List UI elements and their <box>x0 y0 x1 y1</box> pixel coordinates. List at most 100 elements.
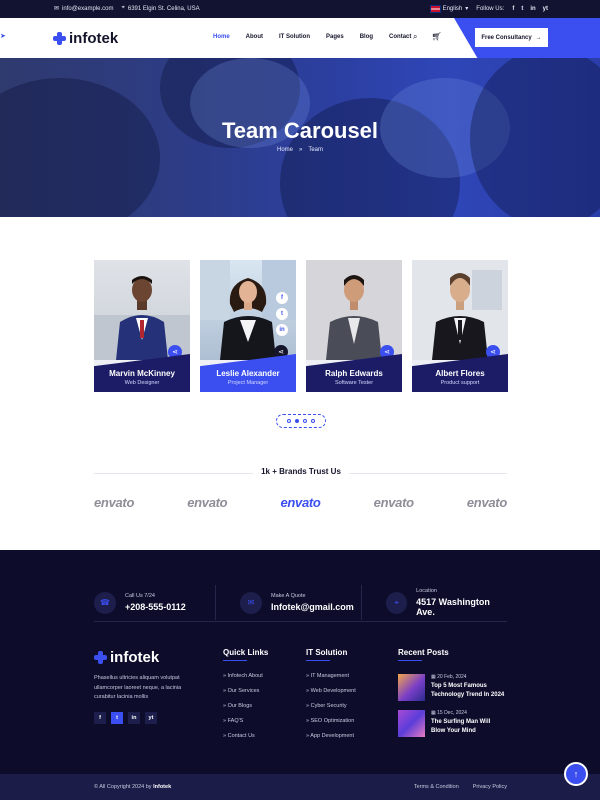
it-solution-link[interactable]: Web Development <box>306 688 356 703</box>
footer-divider <box>94 621 507 622</box>
location-icon: ⌖ <box>386 591 408 614</box>
quick-link[interactable]: Our Blogs <box>223 703 263 718</box>
breadcrumb-separator: » <box>299 147 303 153</box>
cta-label: Free Consultancy <box>481 34 532 41</box>
quick-link[interactable]: Contact Us <box>223 733 263 748</box>
team-role: Web Designer <box>124 380 160 386</box>
it-solution-link[interactable]: IT Management <box>306 673 356 688</box>
envato-logo-active[interactable]: envato <box>280 495 320 510</box>
free-consultancy-button[interactable]: Free Consultancy → <box>475 28 548 47</box>
logo-text: infotek <box>69 30 119 47</box>
logo-mark-icon <box>94 651 107 664</box>
contact-value: Infotek@gmail.com <box>271 602 354 612</box>
footer-bottom-bar: © All Copyright 2024 by Infotek Terms & … <box>0 774 600 800</box>
envato-logo[interactable]: envato <box>467 495 507 510</box>
cart-icon[interactable]: 🛒︎ <box>431 32 441 42</box>
follow-label: Follow Us: <box>476 5 505 12</box>
recent-post[interactable]: ▦ 20 Feb, 2024 Top 5 Most Famous Technol… <box>398 674 505 701</box>
contact-email[interactable]: ✉ Make A Quote Infotek@gmail.com <box>216 585 362 620</box>
breadcrumb: Home » Team <box>0 147 600 153</box>
it-solution-title: IT Solution <box>306 648 348 661</box>
footer-logo[interactable]: infotek <box>94 649 159 666</box>
post-title[interactable]: Top 5 Most Famous Technology Trend In 20… <box>431 682 505 700</box>
site-header: ➤ infotek Home About IT Solution Pages B… <box>0 18 600 58</box>
envato-logo[interactable]: envato <box>374 495 414 510</box>
contact-label: Call Us 7/24 <box>125 593 155 599</box>
team-card[interactable]: ⋖ Albert Flores Product support <box>412 260 508 392</box>
team-name: Leslie Alexander <box>216 369 280 378</box>
team-card[interactable]: ⋖ Ralph Edwards Software Tester <box>306 260 402 392</box>
top-bar: ✉ info@example.com ⌖ 6391 Elgin St. Celi… <box>0 0 600 18</box>
breadcrumb-home[interactable]: Home <box>277 147 293 153</box>
email-link[interactable]: info@example.com <box>62 6 113 12</box>
logo[interactable]: infotek <box>53 30 118 47</box>
linkedin-icon[interactable]: in <box>128 712 140 724</box>
carousel-dot[interactable] <box>311 419 315 423</box>
facebook-icon[interactable]: f <box>94 712 106 724</box>
footer-socials: f t in yt <box>94 712 157 724</box>
logo-mark-icon <box>53 32 66 45</box>
nav-pages[interactable]: Pages <box>326 34 344 40</box>
quick-links-list: Infotech About Our Services Our Blogs FA… <box>223 673 263 748</box>
contact-phone[interactable]: ☎ Call Us 7/24 +208-555-0112 <box>94 585 216 620</box>
scroll-to-top-button[interactable]: ↑ <box>564 762 588 786</box>
post-thumbnail <box>398 674 425 701</box>
linkedin-icon[interactable]: in <box>530 6 535 12</box>
privacy-link[interactable]: Privacy Policy <box>473 784 507 790</box>
recent-post[interactable]: ▦ 15 Dec, 2024 The Surfing Man Will Blow… <box>398 710 505 737</box>
envato-logo[interactable]: envato <box>187 495 227 510</box>
phone-icon: ☎ <box>94 591 116 614</box>
team-card[interactable]: f t in ⋖ Leslie Alexander Project Manage… <box>200 260 296 392</box>
linkedin-icon[interactable]: in <box>276 324 288 336</box>
team-socials: f t in <box>276 292 288 336</box>
quick-link[interactable]: Our Services <box>223 688 263 703</box>
carousel-pagination <box>276 414 326 428</box>
twitter-icon[interactable]: t <box>111 712 123 724</box>
carousel-dot-active[interactable] <box>295 419 299 423</box>
nav-contact[interactable]: Contact <box>389 34 411 40</box>
carousel-dot[interactable] <box>303 419 307 423</box>
search-icon[interactable]: ⌕ <box>413 32 417 42</box>
carousel-dot[interactable] <box>287 419 291 423</box>
uk-flag-icon <box>429 4 441 13</box>
footer-contacts: ☎ Call Us 7/24 +208-555-0112 ✉ Make A Qu… <box>94 585 507 620</box>
facebook-icon[interactable]: f <box>276 292 288 304</box>
legal-links: Terms & Condition Privacy Policy <box>414 784 507 790</box>
recent-posts-title: Recent Posts <box>398 648 449 661</box>
quick-links-title: Quick Links <box>223 648 269 661</box>
quick-link[interactable]: FAQ'S <box>223 718 263 733</box>
nav-it-solution[interactable]: IT Solution <box>279 34 310 40</box>
nav-about[interactable]: About <box>246 34 263 40</box>
youtube-icon[interactable]: yt <box>543 6 548 12</box>
team-name: Albert Flores <box>435 369 485 378</box>
post-title[interactable]: The Surfing Man Will Blow Your Mind <box>431 718 505 736</box>
twitter-icon[interactable]: t <box>276 308 288 320</box>
mail-icon: ✉ <box>240 591 262 614</box>
it-solution-link[interactable]: SEO Optimization <box>306 718 356 733</box>
language-selector[interactable]: English ▾ <box>429 4 468 13</box>
contact-value: 4517 Washington Ave. <box>416 597 490 617</box>
contact-value: +208-555-0112 <box>125 602 186 612</box>
team-card[interactable]: ⋖ Marvin McKinney Web Designer <box>94 260 190 392</box>
twitter-icon[interactable]: t <box>521 6 523 12</box>
email-info[interactable]: ✉ info@example.com <box>54 5 113 13</box>
it-solution-link[interactable]: App Development <box>306 733 356 748</box>
terms-link[interactable]: Terms & Condition <box>414 784 459 790</box>
team-carousel: ⋖ Marvin McKinney Web Designer f t in ⋖ <box>94 260 508 392</box>
envato-logo[interactable]: envato <box>94 495 134 510</box>
copyright-brand[interactable]: Infotek <box>153 784 171 790</box>
topbar-socials: f t in yt <box>512 6 548 12</box>
youtube-icon[interactable]: yt <box>145 712 157 724</box>
contact-location[interactable]: ⌖ Location 4517 Washington Ave. <box>362 585 507 620</box>
nav-home[interactable]: Home <box>213 34 230 40</box>
header-icons: ⌕ 🛒︎ <box>413 32 442 42</box>
address-info: ⌖ 6391 Elgin St. Celina, USA <box>121 5 199 12</box>
post-thumbnail <box>398 710 425 737</box>
nav-blog[interactable]: Blog <box>360 34 373 40</box>
quick-link[interactable]: Infotech About <box>223 673 263 688</box>
language-label: English <box>442 5 463 12</box>
address-text: 6391 Elgin St. Celina, USA <box>127 5 200 12</box>
side-arrow-icon: ➤ <box>0 33 6 40</box>
facebook-icon[interactable]: f <box>512 6 514 12</box>
it-solution-link[interactable]: Cyber Security <box>306 703 356 718</box>
